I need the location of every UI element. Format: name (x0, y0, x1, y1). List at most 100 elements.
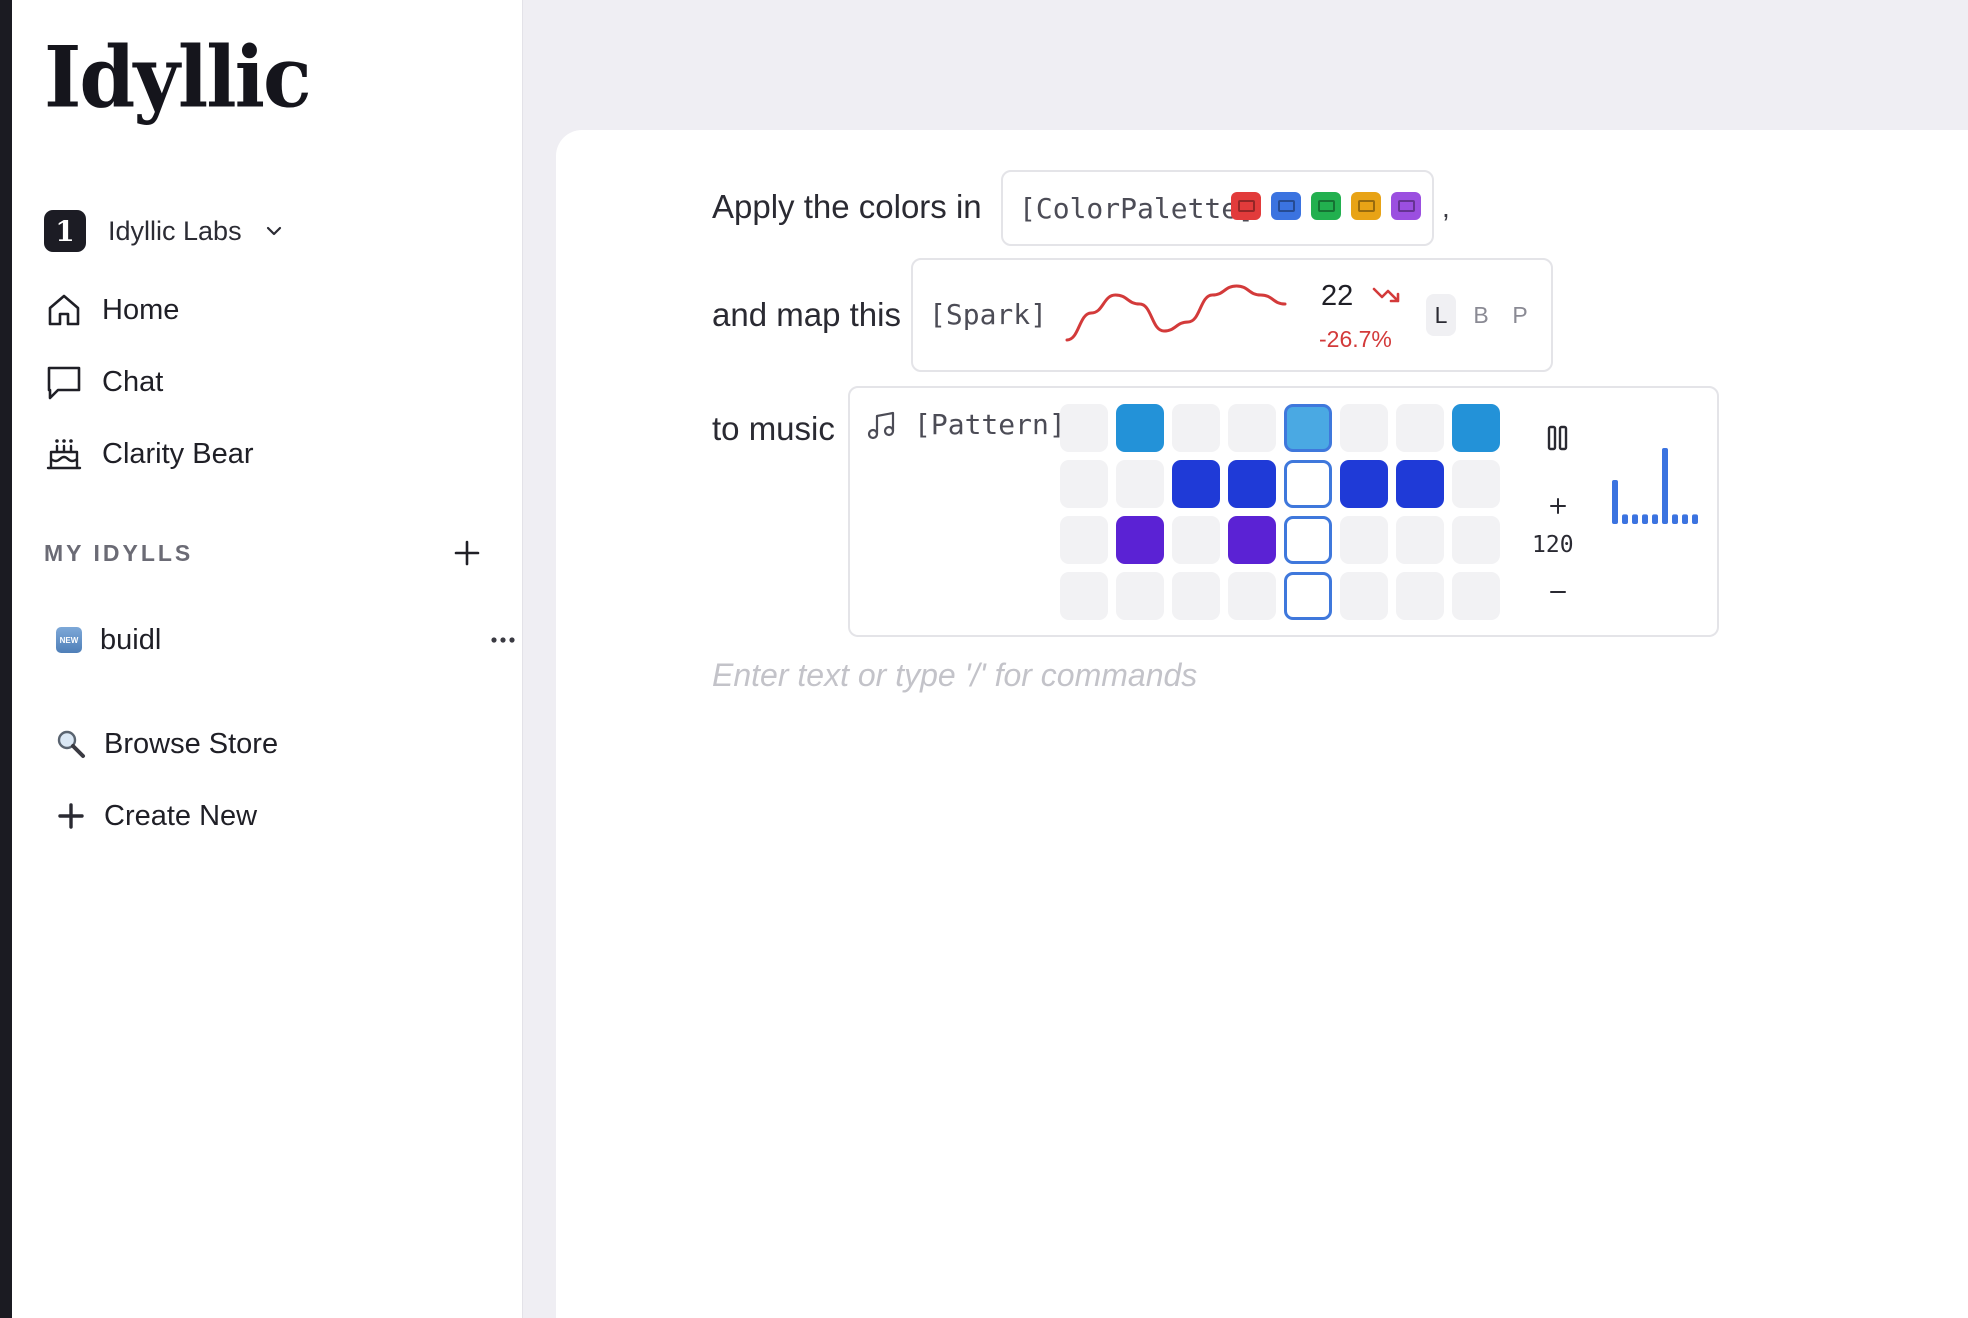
spark-mode-line[interactable]: L (1426, 294, 1456, 336)
pattern-cell[interactable] (1284, 460, 1332, 508)
pattern-cell[interactable] (1228, 572, 1276, 620)
spark-mode-bar[interactable]: B (1466, 294, 1496, 336)
pattern-cell[interactable] (1284, 404, 1332, 452)
tempo-increase-button[interactable] (1538, 486, 1578, 526)
color-swatch[interactable] (1231, 192, 1261, 220)
nav-item-home[interactable]: Home (44, 288, 179, 332)
color-swatch[interactable] (1391, 192, 1421, 220)
nav-label-home: Home (102, 293, 180, 326)
pattern-card[interactable]: [Pattern] 120 (848, 386, 1719, 637)
spark-tag: [Spark] (929, 298, 1048, 331)
swatch-inner (1357, 200, 1375, 212)
chevron-down-icon (266, 226, 281, 236)
idyll-item-buidl[interactable]: NEW buidl (44, 620, 515, 660)
nav-item-clarity-bear[interactable]: Clarity Bear (44, 432, 254, 476)
pattern-cell[interactable] (1116, 404, 1164, 452)
pattern-cell[interactable] (1116, 460, 1164, 508)
pattern-cell[interactable] (1116, 516, 1164, 564)
nav-label-clarity-bear: Clarity Bear (102, 437, 254, 470)
browse-store-label: Browse Store (104, 727, 279, 760)
create-new-label: Create New (104, 799, 258, 832)
color-swatch[interactable] (1271, 192, 1301, 220)
pattern-cell[interactable] (1172, 404, 1220, 452)
pattern-cell[interactable] (1340, 460, 1388, 508)
editor-line-3-text: to music (712, 410, 835, 447)
pattern-cell[interactable] (1452, 516, 1500, 564)
trending-down-icon (1372, 287, 1400, 303)
meter-bar (1682, 514, 1688, 524)
workspace-name: Idyllic Labs (108, 215, 242, 246)
meter-bar (1662, 448, 1668, 524)
editor-comma: , (1442, 192, 1450, 223)
pattern-cell[interactable] (1396, 404, 1444, 452)
pause-icon (1547, 425, 1568, 451)
window-edge (0, 0, 12, 1318)
magnifying-glass-icon (57, 730, 85, 758)
editor-input[interactable] (712, 650, 1412, 700)
pattern-cell[interactable] (1396, 572, 1444, 620)
color-palette-card[interactable]: [ColorPalette] (1001, 170, 1434, 246)
spark-card[interactable]: [Spark] 22 -26.7% L B P (911, 258, 1553, 372)
nav-label-chat: Chat (102, 365, 164, 398)
workspace-switcher[interactable]: 1 Idyllic Labs (44, 210, 284, 252)
pattern-tag: [Pattern] (914, 408, 1066, 441)
more-options-icon[interactable] (488, 628, 518, 652)
spark-value: 22 (1321, 280, 1354, 312)
meter-bar (1652, 514, 1658, 524)
pause-button[interactable] (1538, 418, 1578, 458)
meter-bar (1642, 514, 1648, 524)
pattern-cell[interactable] (1060, 572, 1108, 620)
pattern-cell[interactable] (1340, 404, 1388, 452)
swatch-inner (1237, 200, 1255, 212)
home-icon (48, 294, 80, 326)
color-palette-tag: [ColorPalette] (1019, 192, 1256, 225)
pattern-cell[interactable] (1116, 572, 1164, 620)
color-swatch[interactable] (1351, 192, 1381, 220)
add-idyll-icon[interactable] (452, 538, 482, 568)
idyll-label: buidl (100, 623, 162, 656)
pattern-cell[interactable] (1340, 572, 1388, 620)
browse-store-link[interactable]: Browse Store (44, 722, 278, 766)
tempo-decrease-button[interactable] (1538, 572, 1578, 612)
pattern-cell[interactable] (1452, 460, 1500, 508)
pattern-cell[interactable] (1228, 404, 1276, 452)
pattern-cell[interactable] (1172, 516, 1220, 564)
plus-icon (58, 803, 84, 829)
new-badge: NEW (56, 627, 82, 653)
spark-mode-point[interactable]: P (1505, 294, 1535, 336)
meter-bar (1632, 514, 1638, 524)
pattern-cell[interactable] (1340, 516, 1388, 564)
editor-line-1-text: Apply the colors in (712, 188, 982, 225)
swatch-inner (1397, 200, 1415, 212)
pattern-cell[interactable] (1396, 516, 1444, 564)
plus-icon (1550, 498, 1566, 514)
chat-icon (47, 366, 81, 400)
level-meter (1612, 448, 1698, 524)
pattern-cell[interactable] (1172, 460, 1220, 508)
pattern-cell[interactable] (1396, 460, 1444, 508)
editor-line-2-text: and map this (712, 296, 901, 333)
pattern-cell[interactable] (1284, 572, 1332, 620)
pattern-cell[interactable] (1060, 516, 1108, 564)
pattern-cell[interactable] (1060, 460, 1108, 508)
color-swatch[interactable] (1311, 192, 1341, 220)
sidebar: Idyllic 1 Idyllic Labs Home Chat Clarity… (12, 0, 523, 1318)
pattern-cell[interactable] (1172, 572, 1220, 620)
create-new-link[interactable]: Create New (44, 794, 257, 838)
cake-icon (46, 439, 82, 470)
nav-item-chat[interactable]: Chat (44, 360, 163, 404)
pattern-cell[interactable] (1284, 516, 1332, 564)
minus-icon (1550, 591, 1566, 593)
pattern-cell[interactable] (1060, 404, 1108, 452)
meter-bar (1622, 514, 1628, 524)
app-logo[interactable]: Idyllic (44, 28, 312, 127)
swatch-inner (1277, 200, 1295, 212)
meter-bar (1692, 514, 1698, 524)
pattern-cell[interactable] (1452, 572, 1500, 620)
tempo-value: 120 (1532, 532, 1574, 558)
pattern-cell[interactable] (1228, 516, 1276, 564)
pattern-cell[interactable] (1452, 404, 1500, 452)
music-note-icon (867, 411, 895, 440)
pattern-cell[interactable] (1228, 460, 1276, 508)
sparkline-chart (1065, 284, 1287, 342)
